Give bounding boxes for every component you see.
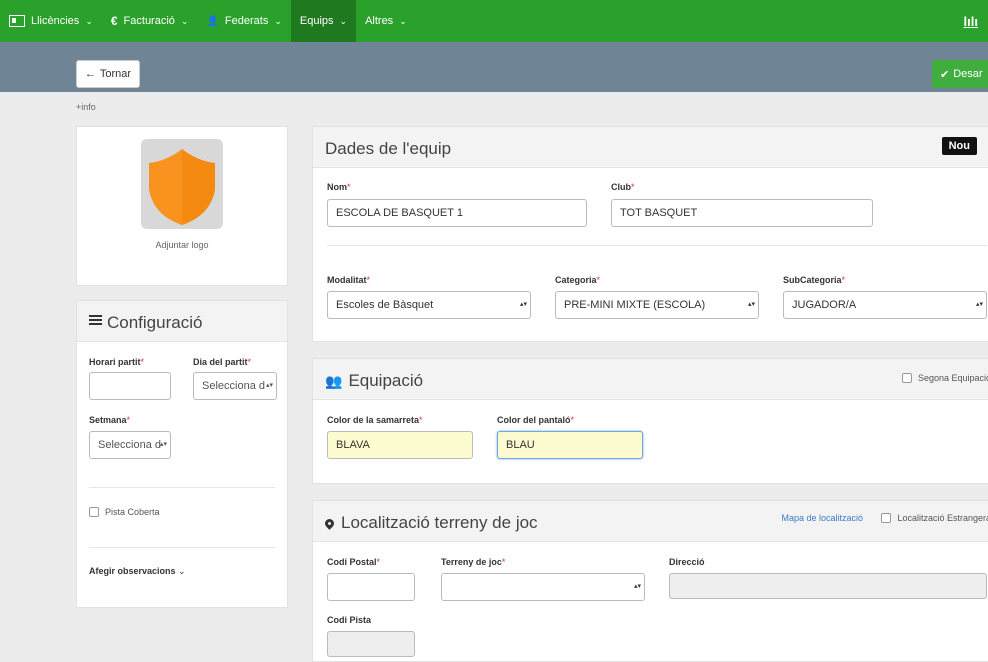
nom-label: Nom* xyxy=(327,182,351,192)
terreny-select[interactable] xyxy=(441,573,645,601)
postal-code-label: Codi Postal* xyxy=(327,557,381,567)
setmana-select[interactable]: Selecciona d xyxy=(89,431,171,459)
location-panel: Localització terreny de joc Mapa de loca… xyxy=(312,500,988,662)
chevron-down-icon: ⌄ xyxy=(178,566,186,576)
second-kit-checkbox[interactable]: Segona Equipació xyxy=(901,373,988,383)
config-title: Configuració xyxy=(107,313,203,332)
court-code-label: Codi Pista xyxy=(327,615,372,625)
checkbox-box[interactable] xyxy=(89,507,99,517)
shorts-color-input[interactable]: BLAU xyxy=(497,431,643,459)
dia-label: Dia del partit* xyxy=(193,357,252,367)
map-link[interactable]: Mapa de localització xyxy=(781,513,863,523)
shorts-color-label: Color del pantaló* xyxy=(497,415,575,425)
nav-licencies-label: Llicències xyxy=(31,15,80,27)
chevron-down-icon: ⌄ xyxy=(85,15,93,26)
divider xyxy=(89,547,275,548)
kit-title: 👥 Equipació xyxy=(325,371,424,390)
categoria-select[interactable]: PRE-MINI MIXTE (ESCOLA) xyxy=(555,291,759,319)
map-marker-icon xyxy=(323,516,336,530)
save-button[interactable]: ✔ Desar xyxy=(932,60,988,88)
chevron-down-icon: ⌄ xyxy=(180,15,189,26)
shirt-color-input[interactable]: BLAVA xyxy=(327,431,473,459)
nav-federats[interactable]: 👤 Federats ⌄ xyxy=(197,0,290,42)
add-observations-label: Afegir observacions xyxy=(89,566,176,576)
address-input[interactable] xyxy=(669,573,987,599)
subcategoria-label: SubCategoria* xyxy=(783,275,846,285)
nav-equips[interactable]: Equips ⌄ xyxy=(290,0,357,42)
foreign-location-checkbox[interactable]: Localització Estrangera xyxy=(881,513,988,523)
list-icon xyxy=(89,315,102,326)
add-observations-toggle[interactable]: Afegir observacions ⌄ xyxy=(89,566,186,577)
back-button-label: Tornar xyxy=(99,68,132,80)
kit-header: 👥 Equipació Segona Equipació xyxy=(313,359,988,400)
foreign-location-label: Localització Estrangera xyxy=(897,513,988,523)
nav-altres[interactable]: Altres ⌄ xyxy=(356,0,416,42)
chevron-down-icon: ⌄ xyxy=(399,15,407,26)
divider xyxy=(89,487,275,488)
modalitat-label: Modalitat* xyxy=(327,275,371,285)
team-data-panel: Dades de l'equip Nou Nom* ESCOLA DE BASQ… xyxy=(312,126,988,342)
checkbox-box[interactable] xyxy=(881,513,892,523)
top-navbar: Llicències ⌄ € Facturació ⌄ 👤 Federats ⌄… xyxy=(0,0,988,42)
logo-upload[interactable] xyxy=(141,139,223,229)
logo-panel: Adjuntar logo xyxy=(76,126,288,286)
save-button-label: Desar xyxy=(953,68,983,80)
second-kit-label: Segona Equipació xyxy=(917,373,988,383)
team-data-header: Dades de l'equip Nou xyxy=(313,127,988,168)
nav-licencies[interactable]: Llicències ⌄ xyxy=(0,0,102,42)
nav-facturacio[interactable]: € Facturació ⌄ xyxy=(102,0,198,42)
new-badge: Nou xyxy=(941,137,977,155)
euro-icon: € xyxy=(110,14,118,28)
shirt-color-label: Color de la samarreta* xyxy=(327,415,423,425)
back-button[interactable]: ← Tornar xyxy=(76,60,140,88)
config-header: Configuració xyxy=(77,301,287,342)
toolbar xyxy=(0,42,988,92)
setmana-label: Setmana* xyxy=(89,415,131,425)
club-input[interactable]: TOT BASQUET xyxy=(611,199,873,227)
nom-input[interactable]: ESCOLA DE BASQUET 1 xyxy=(327,199,587,227)
user-icon: 👤 xyxy=(206,15,219,27)
pista-coberta-label: Pista Coberta xyxy=(105,507,160,517)
dia-select[interactable]: Selecciona d xyxy=(193,372,277,400)
id-card-icon xyxy=(9,15,25,27)
modalitat-select[interactable]: Escoles de Bàsquet xyxy=(327,291,531,319)
divider xyxy=(327,245,987,246)
checkbox-box[interactable] xyxy=(901,373,912,383)
nav-facturacio-label: Facturació xyxy=(123,15,175,27)
horari-label: Horari partit* xyxy=(89,357,145,367)
kit-panel: 👥 Equipació Segona Equipació Color de la… xyxy=(312,358,988,484)
horari-input[interactable] xyxy=(89,372,171,400)
shield-icon xyxy=(149,149,215,225)
bar-chart-icon[interactable]: lılı xyxy=(964,14,978,29)
arrow-left-icon: ← xyxy=(84,68,96,80)
location-header: Localització terreny de joc Mapa de loca… xyxy=(313,501,988,542)
club-label: Club* xyxy=(611,182,635,192)
config-panel: Configuració Horari partit* Dia del part… xyxy=(76,300,288,608)
postal-code-input[interactable] xyxy=(327,573,415,601)
court-code-input[interactable] xyxy=(327,631,415,657)
nav-altres-label: Altres xyxy=(365,15,394,27)
nav-federats-label: Federats xyxy=(224,15,269,27)
info-link[interactable]: +info xyxy=(76,102,96,112)
team-data-title: Dades de l'equip xyxy=(325,139,452,158)
address-label: Direcció xyxy=(669,557,705,567)
subcategoria-select[interactable]: JUGADOR/A xyxy=(783,291,987,319)
chevron-down-icon: ⌄ xyxy=(274,15,282,26)
chevron-down-icon: ⌄ xyxy=(339,15,348,26)
location-title: Localització terreny de joc xyxy=(323,513,538,533)
check-icon: ✔ xyxy=(940,68,950,81)
users-icon: 👥 xyxy=(325,372,343,389)
pista-coberta-checkbox[interactable]: Pista Coberta xyxy=(89,507,160,517)
nav-equips-label: Equips xyxy=(299,15,334,27)
attach-logo-label[interactable]: Adjuntar logo xyxy=(77,240,287,250)
terreny-label: Terreny de joc* xyxy=(441,557,506,567)
categoria-label: Categoria* xyxy=(555,275,601,285)
